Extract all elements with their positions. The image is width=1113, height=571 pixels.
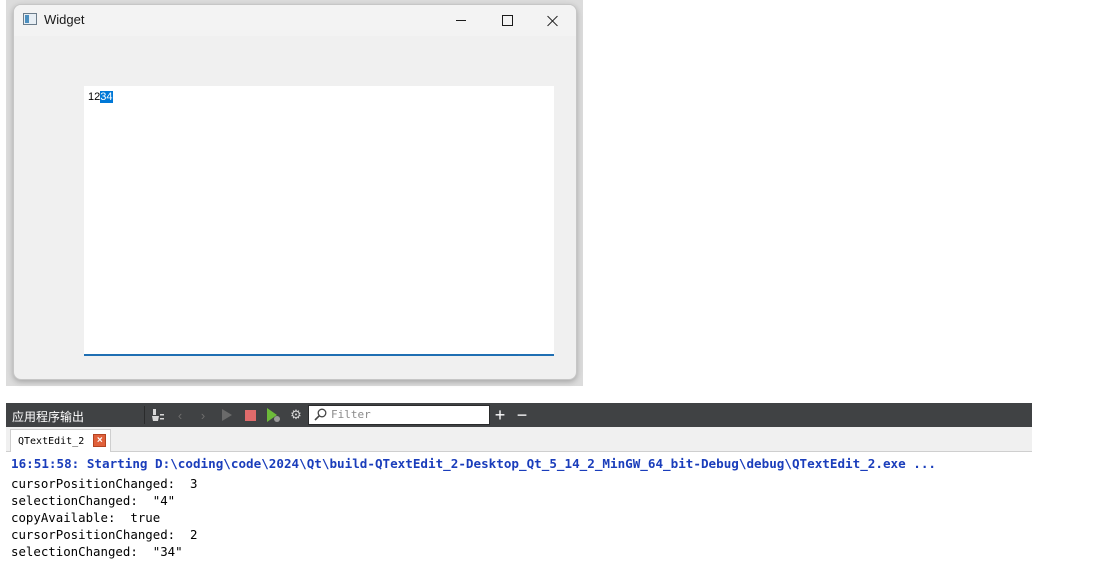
minimize-button[interactable] xyxy=(438,5,484,36)
next-icon[interactable]: › xyxy=(195,407,211,423)
window-title: Widget xyxy=(44,12,85,27)
selected-text: 34 xyxy=(100,91,113,103)
output-line-start: 16:51:58: Starting D:\coding\code\2024\Q… xyxy=(11,456,937,471)
clear-icon[interactable] xyxy=(150,407,166,423)
unselected-text: 12 xyxy=(88,91,101,103)
output-pane-title: 应用程序输出 xyxy=(12,410,85,424)
output-tabs: QTextEdit_2 × xyxy=(6,427,1032,452)
tab-qtextedit-2[interactable]: QTextEdit_2 × xyxy=(10,429,112,452)
settings-icon[interactable]: ⚙ xyxy=(288,407,304,423)
maximize-icon xyxy=(501,15,513,26)
toolbar-separator xyxy=(144,406,145,424)
output-pane-toolbar: 应用程序输出 ‹ › ⚙ + − xyxy=(6,403,1032,427)
widget-window: Widget 1234 xyxy=(13,4,577,380)
output-line: selectionChanged: "34" xyxy=(11,544,183,559)
minimize-icon xyxy=(456,20,466,21)
text-edit[interactable]: 1234 xyxy=(84,86,554,356)
filter-input[interactable] xyxy=(331,407,481,422)
rerun-debug-icon[interactable] xyxy=(265,407,281,423)
search-icon xyxy=(314,408,327,424)
close-button[interactable] xyxy=(530,5,576,36)
output-area[interactable]: 16:51:58: Starting D:\coding\code\2024\Q… xyxy=(6,452,1032,571)
title-bar[interactable]: Widget xyxy=(14,5,576,36)
output-line: cursorPositionChanged: 3 xyxy=(11,476,198,491)
prev-icon[interactable]: ‹ xyxy=(172,407,188,423)
tab-label: QTextEdit_2 xyxy=(18,435,85,447)
tab-close-icon[interactable]: × xyxy=(93,434,107,447)
close-icon xyxy=(547,15,559,27)
output-line: copyAvailable: true xyxy=(11,510,161,525)
stop-icon[interactable] xyxy=(242,407,258,423)
output-line: selectionChanged: "4" xyxy=(11,493,176,508)
run-icon[interactable] xyxy=(219,407,235,423)
output-line: cursorPositionChanged: 2 xyxy=(11,527,198,542)
zoom-in-icon[interactable]: + xyxy=(491,403,509,427)
maximize-button[interactable] xyxy=(484,5,530,36)
filter-field[interactable] xyxy=(308,405,490,425)
zoom-out-icon[interactable]: − xyxy=(513,403,531,427)
app-icon xyxy=(23,13,37,25)
